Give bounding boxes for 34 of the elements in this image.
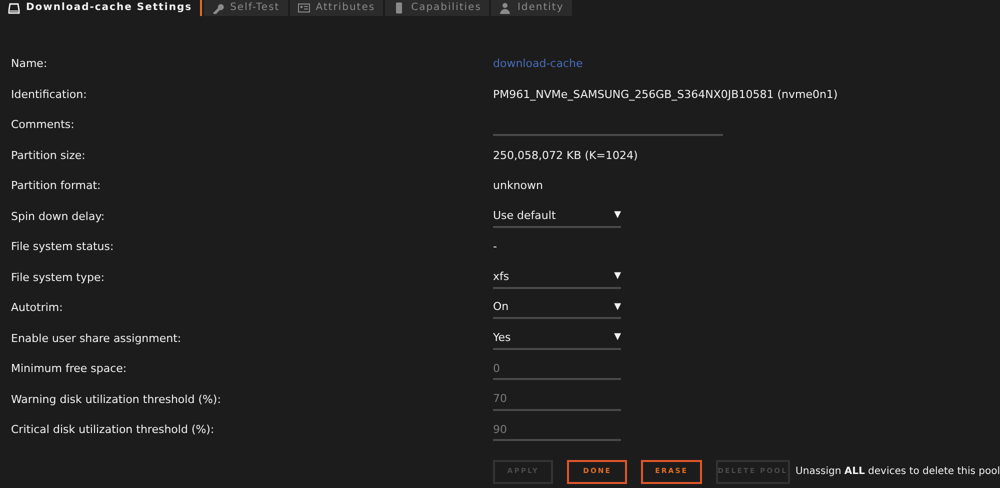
field-label: Enable user share assignment: bbox=[10, 330, 182, 346]
id-card-icon bbox=[298, 2, 310, 14]
field-value: PM961_NVMe_SAMSUNG_256GB_S364NX0JB10581 (nvme0n1) bbox=[493, 86, 838, 103]
field-label: Name: bbox=[10, 56, 48, 72]
field-label: Autotrim: bbox=[10, 300, 64, 316]
input-field[interactable]: 0 bbox=[493, 358, 621, 380]
wrench-icon bbox=[212, 2, 224, 14]
input-field[interactable]: 70 bbox=[493, 388, 621, 411]
field-label: Partition size: bbox=[10, 148, 86, 164]
field-label: Critical disk utilization threshold (%): bbox=[10, 422, 216, 438]
tab[interactable]: Self-Test bbox=[204, 0, 288, 16]
dropdown[interactable]: Yes ▼ bbox=[493, 328, 621, 350]
field-value: - bbox=[493, 239, 497, 255]
field-label: Warning disk utilization threshold (%): bbox=[10, 392, 222, 408]
input-field[interactable]: 90 bbox=[493, 419, 621, 442]
field-label: Minimum free space: bbox=[10, 361, 128, 377]
user-icon bbox=[499, 2, 512, 14]
tab[interactable]: Identity bbox=[491, 0, 572, 16]
dropdown[interactable]: Use default ▼ bbox=[493, 206, 621, 228]
tab[interactable]: Capabilities bbox=[385, 0, 490, 16]
dropdown[interactable]: On ▼ bbox=[493, 297, 621, 320]
field-label: File system type: bbox=[10, 270, 106, 286]
field-value: unknown bbox=[493, 178, 543, 194]
name-link[interactable]: download-cache bbox=[493, 56, 583, 72]
tab[interactable]: Attributes bbox=[290, 0, 384, 16]
dropdown[interactable]: xfs ▼ bbox=[493, 266, 621, 289]
field-label: Comments: bbox=[10, 117, 76, 133]
drive-icon bbox=[8, 2, 20, 14]
field-label: File system status: bbox=[10, 239, 115, 255]
field-label: Spin down delay: bbox=[10, 208, 106, 224]
field-value: 250,058,072 KB (K=1024) bbox=[493, 148, 638, 164]
field-label: Identification: bbox=[10, 86, 88, 102]
pool-note: Unassign ALL devices to delete this pool bbox=[796, 465, 1000, 479]
field-label: Partition format: bbox=[10, 178, 102, 194]
